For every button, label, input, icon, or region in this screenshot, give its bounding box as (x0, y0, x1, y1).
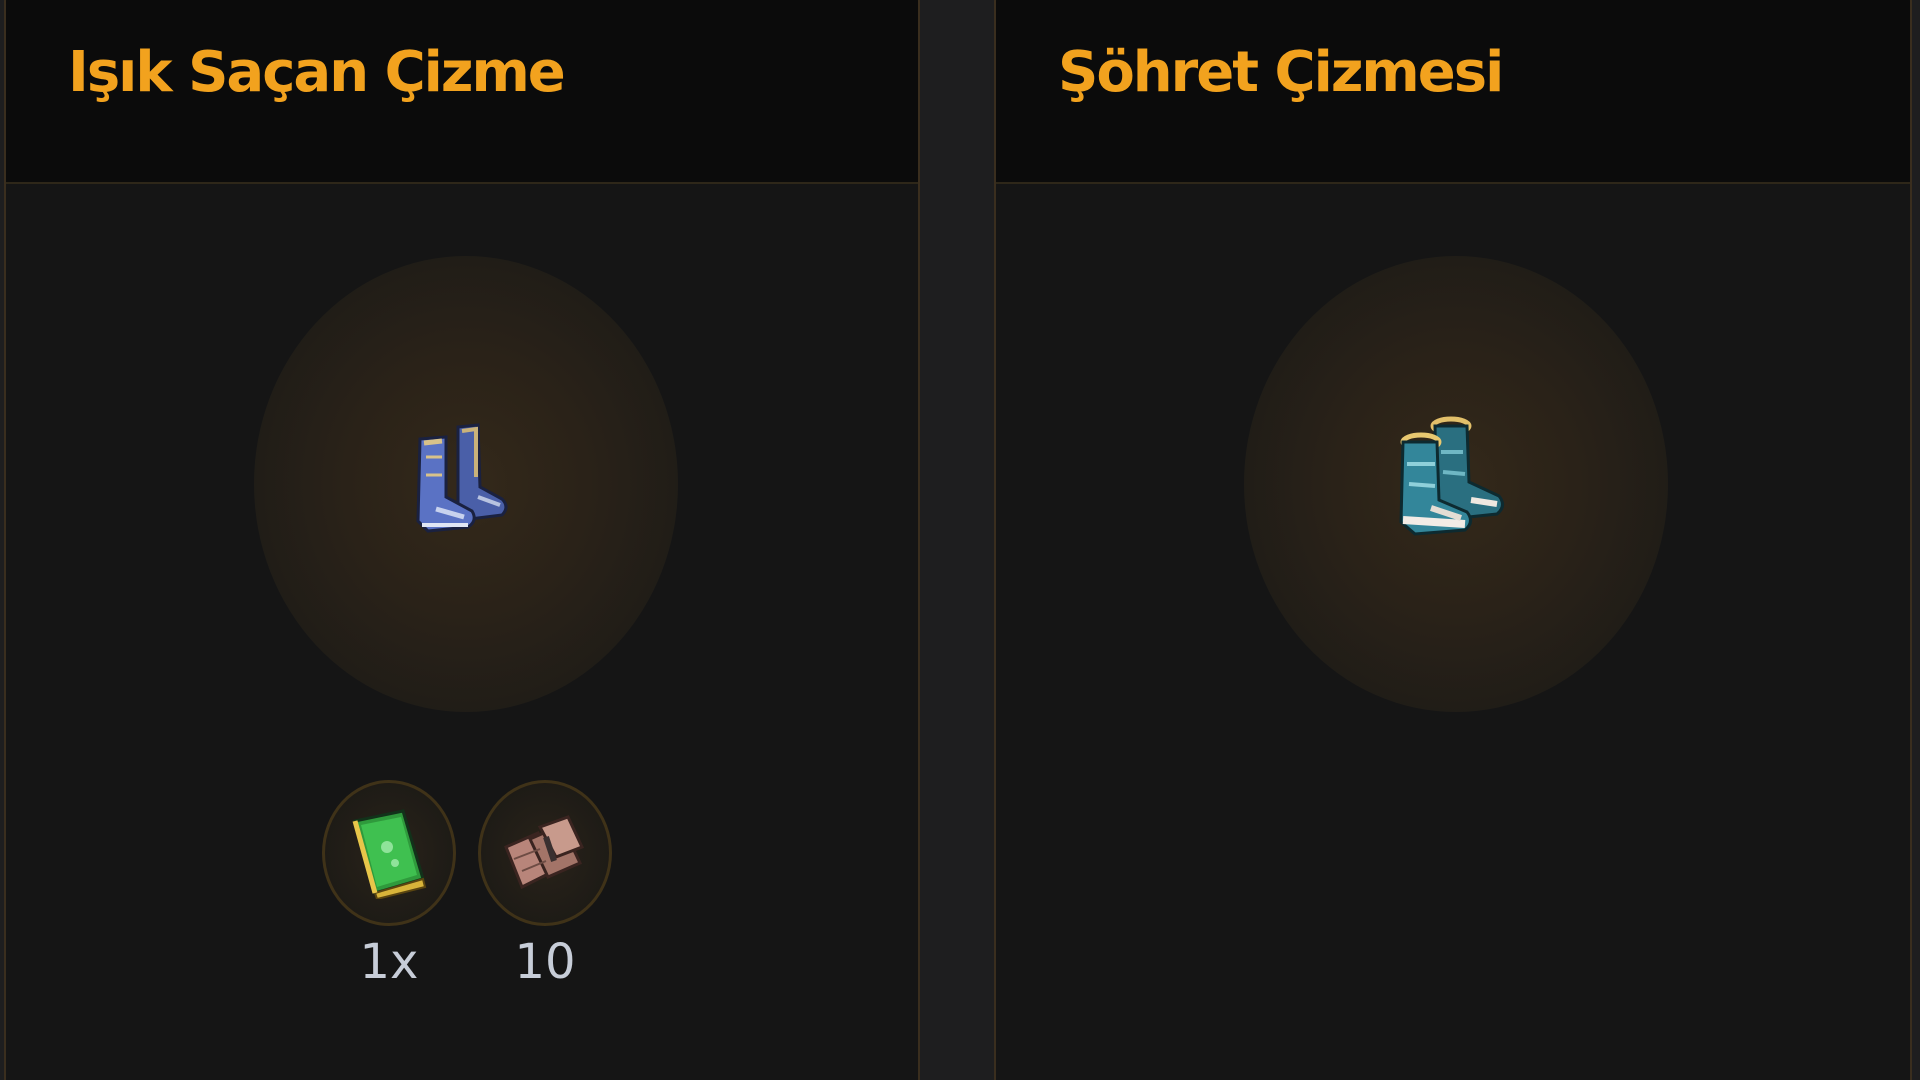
material-slot-2[interactable] (478, 780, 612, 926)
item-card-sohret-cizmesi[interactable]: Şöhret Çizmesi (994, 0, 1912, 1080)
item-glow-backdrop (254, 256, 678, 712)
blue-boots-icon[interactable] (406, 417, 526, 551)
card-header: Işık Saçan Çizme (6, 0, 918, 184)
material-count-2: 10 (514, 934, 576, 990)
item-comparison-page: Işık Saçan Çizme 1x 10 Şöhret Çizmesi (0, 0, 1920, 1080)
teal-boots-icon[interactable] (1391, 412, 1521, 556)
card-title: Işık Saçan Çizme (68, 40, 566, 105)
card-header: Şöhret Çizmesi (996, 0, 1910, 184)
material-slot-1[interactable] (322, 780, 456, 926)
item-glow-backdrop (1244, 256, 1668, 712)
material-count-1: 1x (359, 934, 419, 990)
item-card-isik-sacan-cizme[interactable]: Işık Saçan Çizme 1x 10 (4, 0, 920, 1080)
card-title: Şöhret Çizmesi (1058, 40, 1504, 105)
